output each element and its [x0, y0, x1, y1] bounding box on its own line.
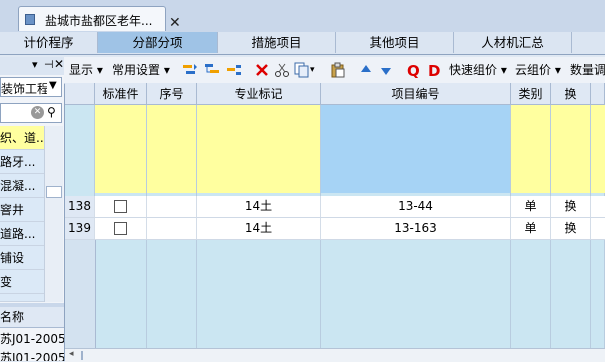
common-settings-menu-button[interactable]: 常用设置 ▾ [112, 61, 170, 79]
header-item-code[interactable]: 项目编号 [321, 83, 511, 105]
header-category[interactable]: 类别 [511, 83, 551, 105]
paste-icon[interactable] [330, 62, 346, 78]
chevron-down-icon: ▼ [49, 80, 57, 91]
tab-measures[interactable]: 措施项目 [218, 32, 336, 53]
left-panel-scrollbar[interactable] [44, 126, 63, 302]
quantity-adjust-button[interactable]: 数量调 [570, 61, 605, 79]
tree-list: 织、道... 路牙... 混凝... 窨井 道路... 铺设 变 [0, 126, 44, 302]
sequence-cell[interactable] [147, 196, 197, 217]
table-row[interactable]: 139 14土 13-163 单 换 [65, 218, 605, 240]
tab-sub-items[interactable]: 分部分项 [98, 32, 218, 53]
display-menu-button[interactable]: 显示 ▾ [69, 61, 103, 79]
scrollbar-thumb[interactable] [81, 351, 83, 360]
insert-sub-icon[interactable] [226, 62, 242, 78]
standard-part-checkbox[interactable] [114, 200, 127, 213]
standard-part-cell [95, 218, 147, 239]
svg-text:D: D [428, 62, 440, 78]
header-swap[interactable]: 换 [551, 83, 591, 105]
insert-item-icon[interactable] [182, 62, 198, 78]
tab-labor-material-summary[interactable]: 人材机汇总 [454, 32, 572, 53]
quick-group-button[interactable]: 快速组价 ▾ [449, 61, 507, 79]
toolbar: 显示 ▾ 常用设置 ▾ ▾ Q D 快速组价 ▾ 云组价 ▾ 数量调 [64, 57, 605, 84]
tab-pricing-procedure[interactable]: 计价程序 [0, 32, 98, 53]
name-list-item[interactable]: 苏J01-2005- [0, 351, 64, 361]
scrollbar-thumb[interactable] [46, 186, 62, 198]
search-input[interactable]: ✕ ⚲ [0, 103, 62, 123]
row-number: 138 [65, 196, 95, 217]
close-panel-icon[interactable]: ✕ [54, 57, 64, 71]
swap-cell[interactable]: 换 [551, 196, 591, 217]
row-number: 139 [65, 218, 95, 239]
move-down-icon[interactable] [378, 62, 394, 78]
dropdown-arrow-icon[interactable]: ▾ [32, 58, 38, 71]
close-tab-icon[interactable]: ✕ [169, 15, 181, 31]
standard-part-cell [95, 196, 147, 217]
category-cell[interactable]: 单 [511, 196, 551, 217]
project-type-dropdown[interactable]: 装饰工程 ▼ [0, 77, 62, 97]
cloud-group-button[interactable]: 云组价 ▾ [515, 61, 561, 79]
specialty-tag-cell[interactable]: 14土 [197, 218, 321, 239]
header-extra[interactable] [591, 83, 605, 105]
tree-item[interactable]: 铺设 [0, 246, 44, 270]
header-specialty-tag[interactable]: 专业标记 [197, 83, 321, 105]
tree-item[interactable] [0, 294, 44, 302]
section-tabs: 计价程序 分部分项 措施项目 其他项目 人材机汇总 [0, 32, 605, 55]
tree-item[interactable]: 道路... [0, 222, 44, 246]
name-column-header: 名称 [0, 307, 64, 328]
sequence-cell[interactable] [147, 218, 197, 239]
tree-item[interactable]: 织、道... [0, 126, 44, 150]
header-sequence[interactable]: 序号 [147, 83, 197, 105]
tree-item[interactable]: 变 [0, 270, 44, 294]
tree-item[interactable]: 混凝... [0, 174, 44, 198]
svg-text:Q: Q [407, 62, 420, 78]
tree-item[interactable]: 路牙... [0, 150, 44, 174]
query-icon[interactable]: Q [406, 62, 422, 80]
table-row[interactable]: 138 14土 13-44 单 换 [65, 196, 605, 218]
move-up-icon[interactable] [358, 62, 374, 78]
document-tab-strip: 盐城市盐都区老年... ✕ [0, 0, 605, 33]
dropdown-value: 装饰工程 [1, 82, 47, 96]
item-code-cell[interactable]: 13-44 [321, 196, 511, 217]
delete-icon[interactable] [254, 62, 270, 78]
row-header-gutter [65, 240, 96, 348]
insert-child-icon[interactable] [204, 62, 220, 78]
header-standard-part[interactable]: 标准件 [95, 83, 147, 105]
document-icon [25, 14, 35, 25]
cut-icon[interactable] [274, 62, 290, 78]
horizontal-scrollbar[interactable]: ◂ [65, 348, 605, 362]
search-icon[interactable]: ⚲ [47, 105, 56, 119]
category-cell[interactable]: 单 [511, 218, 551, 239]
display-label: 显示 [69, 63, 94, 77]
common-settings-label: 常用设置 [112, 63, 161, 77]
left-panel: ▾ ⊣ ✕ 装饰工程 ▼ ✕ ⚲ 织、道... 路牙... 混凝... 窨井 道… [0, 57, 65, 361]
items-grid: 标准件 序号 专业标记 项目编号 类别 换 138 14土 13-44 单 换 … [65, 83, 605, 348]
left-panel-header: ▾ ⊣ ✕ [0, 57, 64, 75]
tree-item[interactable]: 窨井 [0, 198, 44, 222]
tab-other-items[interactable]: 其他项目 [336, 32, 454, 53]
item-code-cell[interactable]: 13-163 [321, 218, 511, 239]
scroll-left-icon[interactable]: ◂ [69, 349, 74, 359]
copy-dropdown-icon[interactable]: ▾ [310, 61, 315, 79]
document-tab-title: 盐城市盐都区老年... [45, 14, 153, 28]
document-tab[interactable]: 盐城市盐都区老年... ✕ [18, 6, 181, 31]
swap-cell[interactable]: 换 [551, 218, 591, 239]
clear-search-icon[interactable]: ✕ [31, 106, 44, 119]
pin-icon[interactable]: ⊣ [44, 58, 54, 71]
standard-part-checkbox[interactable] [114, 222, 127, 235]
specialty-tag-cell[interactable]: 14土 [197, 196, 321, 217]
name-list-item[interactable]: 苏J01-2005- [0, 329, 64, 349]
corner-header [65, 83, 95, 105]
copy-icon[interactable] [294, 62, 310, 78]
cloud-group-label: 云组价 [515, 63, 552, 77]
detail-icon[interactable]: D [426, 62, 442, 80]
quick-group-label: 快速组价 [449, 63, 498, 77]
